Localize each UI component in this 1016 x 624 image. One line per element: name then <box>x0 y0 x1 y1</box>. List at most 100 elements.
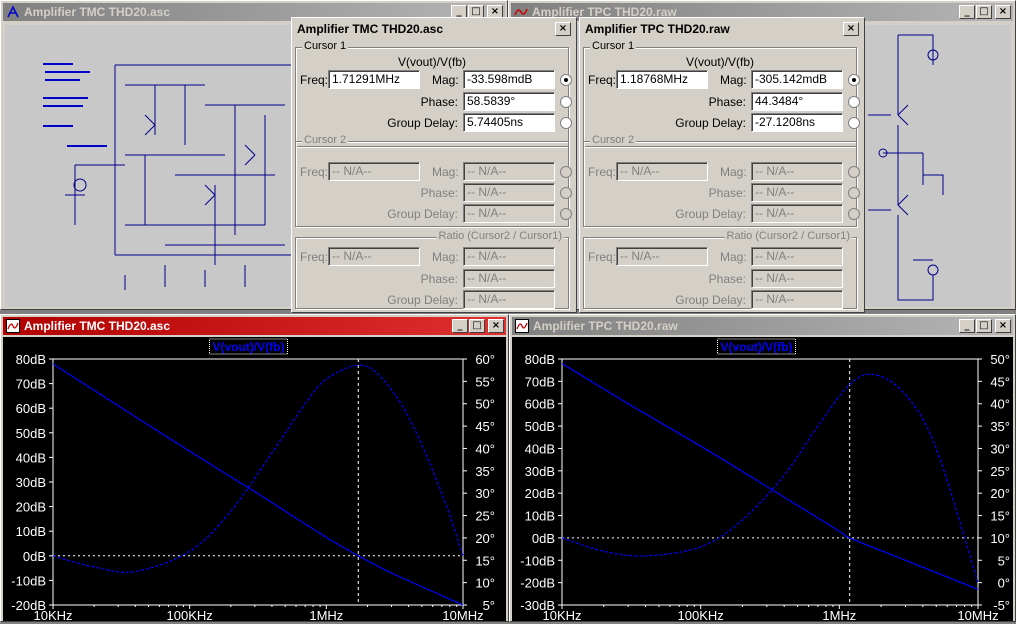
y-left-tick-label: 80dB <box>16 352 46 367</box>
cursor1-freq-field[interactable]: 1.18768MHz <box>616 70 708 89</box>
phase-label: Phase: <box>708 186 746 200</box>
phase-trace <box>561 373 979 583</box>
group-delay-label: Group Delay: <box>387 116 458 130</box>
cursor1-phase-field[interactable]: 58.5839° <box>463 92 555 111</box>
group-label: Cursor 2 <box>590 134 637 146</box>
x-tick-label: 1MHz <box>309 608 343 621</box>
cursor2-freq-field: -- N/A-- <box>328 162 420 181</box>
cursor1-group-delay-field[interactable]: 5.74405ns <box>463 113 555 132</box>
y-left-tick-label: 40dB <box>525 441 555 456</box>
ratio-phase-field: -- N/A-- <box>751 269 843 288</box>
minimize-button[interactable]: _ <box>959 5 975 19</box>
ratio-group-delay-field: -- N/A-- <box>751 290 843 309</box>
phase-trace <box>52 364 464 573</box>
y-right-tick-label: 25° <box>990 464 1010 479</box>
dialog-close-button[interactable]: × <box>843 22 859 36</box>
y-left-tick-label: 50dB <box>16 426 46 441</box>
dialog-title: Amplifier TPC THD20.raw <box>585 22 730 36</box>
ratio-mag-field: -- N/A-- <box>751 247 843 266</box>
plot-pane-tpc[interactable]: 80dB 70dB 60dB 50dB 40dB 30dB 20dB 10dB 0dB -10dB… <box>512 337 1013 623</box>
y-right-tick-label: 15° <box>475 553 495 568</box>
group-delay-label: Group Delay: <box>387 207 458 221</box>
group-delay-label: Group Delay: <box>675 293 746 307</box>
cursor-dialog-tmc[interactable]: Amplifier TMC THD20.asc × Cursor 1 V(vou… <box>291 17 577 313</box>
cursor2-phase-radio <box>848 187 860 199</box>
dialog-titlebar[interactable]: Amplifier TPC THD20.raw × <box>582 20 862 38</box>
cursor2-group-delay-radio <box>560 208 572 220</box>
dialog-titlebar[interactable]: Amplifier TMC THD20.asc × <box>294 20 574 38</box>
y-right-tick-label: 25° <box>475 509 495 524</box>
dialog-close-button[interactable]: × <box>555 22 571 36</box>
trace-title-label: V(vout)/V(fb) <box>213 340 285 354</box>
y-right-tick-label: 15° <box>990 509 1010 524</box>
maximize-button[interactable]: □ <box>976 5 992 19</box>
plot-frame <box>561 358 979 606</box>
cursor-dialog-tpc[interactable]: Amplifier TPC THD20.raw × Cursor 1 V(vou… <box>579 17 865 313</box>
y-right-tick-label: 35° <box>990 419 1010 434</box>
y-left-tick-label: 60dB <box>525 397 555 412</box>
x-tick-label: 10MHz <box>957 608 998 621</box>
x-tick-label: 1MHz <box>822 608 856 621</box>
cursor1-phase-radio[interactable] <box>560 96 572 108</box>
phase-label: Phase: <box>420 186 458 200</box>
y-right-tick-label: 40° <box>990 397 1010 412</box>
cursor1-mag-radio[interactable] <box>560 74 572 86</box>
cursor2-group-delay-radio <box>848 208 860 220</box>
minimize-button[interactable]: _ <box>452 319 468 333</box>
cursor1-mag-field[interactable]: -33.598mdB <box>463 70 555 89</box>
ratio-freq-field: -- N/A-- <box>616 247 708 266</box>
cursor2-group: Cursor 2 Freq: -- N/A-- Mag: -- N/A-- Ph… <box>583 134 860 227</box>
mag-label: Mag: <box>432 165 459 179</box>
group-label: Cursor 1 <box>302 40 349 52</box>
x-tick-label: 100KHz <box>167 608 213 621</box>
y-right-tick-label: 50° <box>990 352 1010 367</box>
plot-titlebar-tpc[interactable]: Amplifier TPC THD20.raw _ □ × <box>512 317 1013 335</box>
maximize-button[interactable]: □ <box>976 319 992 333</box>
window-title: Amplifier TPC THD20.raw <box>533 319 678 333</box>
cursor1-group-delay-field[interactable]: -27.1208ns <box>751 113 843 132</box>
cursor1-phase-field[interactable]: 44.3484° <box>751 92 843 111</box>
y-left-tick-label: 0dB <box>532 531 555 546</box>
cursor1-freq-field[interactable]: 1.71291MHz <box>328 70 420 89</box>
plot-frame <box>52 358 464 606</box>
cursor1-mag-field[interactable]: -305.142mdB <box>751 70 843 89</box>
bode-plot-tmc[interactable]: 80dB 70dB 60dB 50dB 40dB 30dB 20dB 10dB 0dB -10dB… <box>3 337 506 623</box>
freq-label: Freq: <box>588 250 617 264</box>
freq-label: Freq: <box>300 250 329 264</box>
minimize-button[interactable]: _ <box>959 319 975 333</box>
cursor1-group: Cursor 1 V(vout)/V(fb) Freq: 1.71291MHz … <box>295 40 572 147</box>
group-label: Cursor 2 <box>302 134 349 146</box>
y-left-tick-label: -10dB <box>11 573 46 588</box>
plot-titlebar-tmc[interactable]: Amplifier TMC THD20.asc _ □ × <box>3 317 506 335</box>
y-right-tick-label: 30° <box>990 441 1010 456</box>
cursor1-group-delay-radio[interactable] <box>848 117 860 129</box>
y-left-tick-label: 80dB <box>525 352 555 367</box>
close-button[interactable]: × <box>995 319 1011 333</box>
y-left-tick-label: 60dB <box>16 401 46 416</box>
y-right-tick-label: 10° <box>475 576 495 591</box>
maximize-button[interactable]: □ <box>469 319 485 333</box>
plot-pane-tmc[interactable]: 80dB 70dB 60dB 50dB 40dB 30dB 20dB 10dB 0dB -10dB… <box>3 337 506 623</box>
cursor1-phase-radio[interactable] <box>848 96 860 108</box>
cursor1-group-delay-radio[interactable] <box>560 117 572 129</box>
y-left-tick-label: 10dB <box>16 524 46 539</box>
cursor1-mag-radio[interactable] <box>848 74 860 86</box>
mag-label: Mag: <box>432 250 459 264</box>
y-right-tick-label: 20° <box>990 486 1010 501</box>
y-right-tick-label: 40° <box>475 441 495 456</box>
waveform-icon <box>5 318 21 334</box>
bode-plot-tpc[interactable]: 80dB 70dB 60dB 50dB 40dB 30dB 20dB 10dB 0dB -10dB… <box>512 337 1013 623</box>
trace-expression: V(vout)/V(fb) <box>685 55 754 69</box>
group-delay-label: Group Delay: <box>675 207 746 221</box>
plot-window-tmc[interactable]: Amplifier TMC THD20.asc _ □ × 80dB 70dB 60… <box>0 314 509 623</box>
plot-window-tpc[interactable]: Amplifier TPC THD20.raw _ □ × 80dB 70dB 60… <box>509 314 1016 623</box>
freq-label: Freq: <box>300 165 329 179</box>
magnitude-trace <box>561 362 979 590</box>
y-left-tick-label: 50dB <box>525 419 555 434</box>
dialog-title: Amplifier TMC THD20.asc <box>297 22 444 36</box>
close-button[interactable]: × <box>995 5 1011 19</box>
close-button[interactable]: × <box>488 319 504 333</box>
y-right-tick-label: 30° <box>475 486 495 501</box>
trace-expression: V(vout)/V(fb) <box>397 55 466 69</box>
mag-label: Mag: <box>720 165 747 179</box>
